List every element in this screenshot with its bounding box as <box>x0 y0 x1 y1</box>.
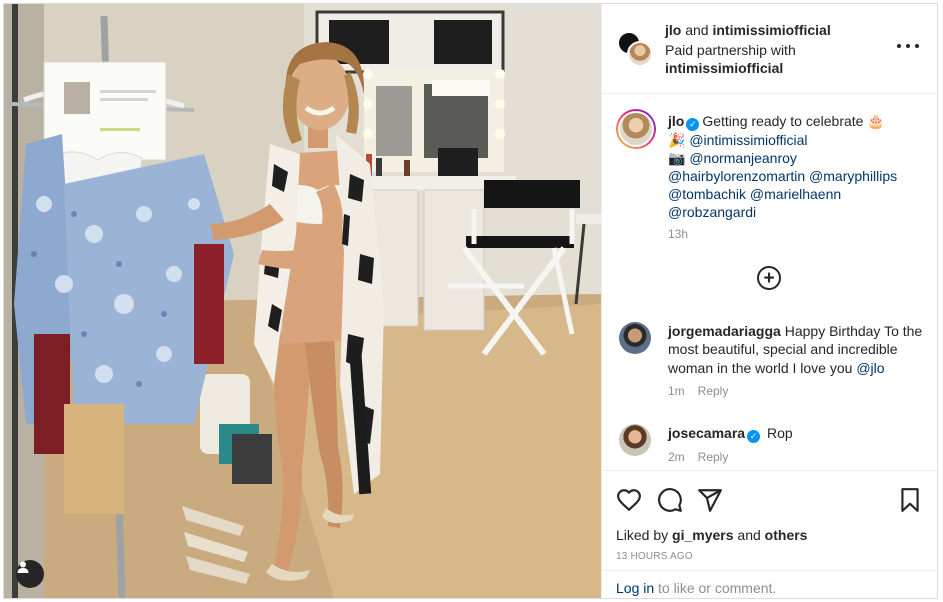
likes-joiner: and <box>733 527 765 543</box>
author-link[interactable]: jlo <box>665 22 681 38</box>
comment: josecamara ✓ Rop <box>668 424 923 443</box>
caption-line[interactable]: @robzangardi <box>668 203 928 221</box>
caption-line[interactable]: 🎉 @intimissimiofficial <box>668 131 928 149</box>
comment-username[interactable]: jorgemadariagga <box>668 323 781 339</box>
partner-link[interactable]: intimissimiofficial <box>665 59 783 78</box>
photo-illustration <box>4 4 601 598</box>
more-dot <box>915 44 919 48</box>
caption-line[interactable]: 📷 @normanjeanroy <box>668 149 928 167</box>
post-timestamp[interactable]: 13 HOURS AGO <box>616 551 693 562</box>
collab-avatars[interactable] <box>617 31 653 67</box>
caption-avatar[interactable] <box>616 109 656 149</box>
verified-badge-icon: ✓ <box>686 118 700 131</box>
paper-plane-icon[interactable] <box>697 487 723 513</box>
comment-time[interactable]: 1m <box>668 384 685 398</box>
post-dialog: jlo and intimissimiofficial Paid partner… <box>3 3 938 599</box>
avatar-jlo-story <box>618 111 654 147</box>
comment-meta: 1m Reply <box>668 384 741 398</box>
authors-joiner: and <box>681 22 713 38</box>
login-link[interactable]: Log in <box>616 580 654 596</box>
caption-time[interactable]: 13h <box>668 227 688 241</box>
avatar-jlo <box>627 41 653 67</box>
post-photo[interactable] <box>4 4 601 598</box>
more-options-icon <box>897 44 901 48</box>
login-rest: to like or comment. <box>654 580 777 596</box>
reply-button[interactable]: Reply <box>698 384 729 398</box>
comment-mention[interactable]: @jlo <box>856 360 884 376</box>
bookmark-icon[interactable] <box>897 487 923 513</box>
post-side-panel: jlo and intimissimiofficial Paid partner… <box>601 4 937 598</box>
comment-avatar[interactable] <box>619 322 651 354</box>
more-options-button[interactable] <box>897 38 919 54</box>
comment-bubble-icon[interactable] <box>657 487 683 513</box>
post-caption: jlo ✓ Getting ready to celebrate 🎂 🎉 @inti… <box>668 112 928 221</box>
comment-avatar[interactable] <box>619 424 651 456</box>
more-dot <box>906 44 910 48</box>
likes-summary: Liked by gi_myers and others <box>616 527 807 543</box>
comment-meta: 2m Reply <box>668 450 741 464</box>
comment-time[interactable]: 2m <box>668 450 685 464</box>
user-tag-button[interactable] <box>16 560 44 588</box>
paid-partnership-label: Paid partnership with <box>665 42 796 58</box>
comment-text: Rop <box>766 425 793 441</box>
load-more-comments-button[interactable]: + <box>757 266 781 290</box>
likes-prefix: Liked by <box>616 527 673 543</box>
likes-user-link[interactable]: gi_myers <box>672 527 733 543</box>
post-authors: jlo and intimissimiofficial <box>665 21 831 40</box>
likes-others-link[interactable]: others <box>765 527 808 543</box>
heart-icon[interactable] <box>616 487 642 513</box>
plus-circle-icon: + <box>763 267 775 289</box>
comment-username[interactable]: josecamara <box>668 425 745 441</box>
user-tag-icon <box>17 561 29 573</box>
reply-button[interactable]: Reply <box>698 450 729 464</box>
verified-badge-icon: ✓ <box>747 430 761 443</box>
caption-username[interactable]: jlo <box>668 113 684 129</box>
caption-line[interactable]: @tombachik @marielhaenn <box>668 185 928 203</box>
comment: jorgemadariagga Happy Birthday To the mo… <box>668 322 923 377</box>
caption-line[interactable]: @hairbylorenzomartin @maryphillips <box>668 167 928 185</box>
caption-text: Getting ready to celebrate 🎂 <box>702 113 885 129</box>
post-header: jlo and intimissimiofficial Paid partner… <box>602 4 937 94</box>
coauthor-link[interactable]: intimissimiofficial <box>712 22 830 38</box>
login-prompt: Log in to like or comment. <box>602 570 937 598</box>
